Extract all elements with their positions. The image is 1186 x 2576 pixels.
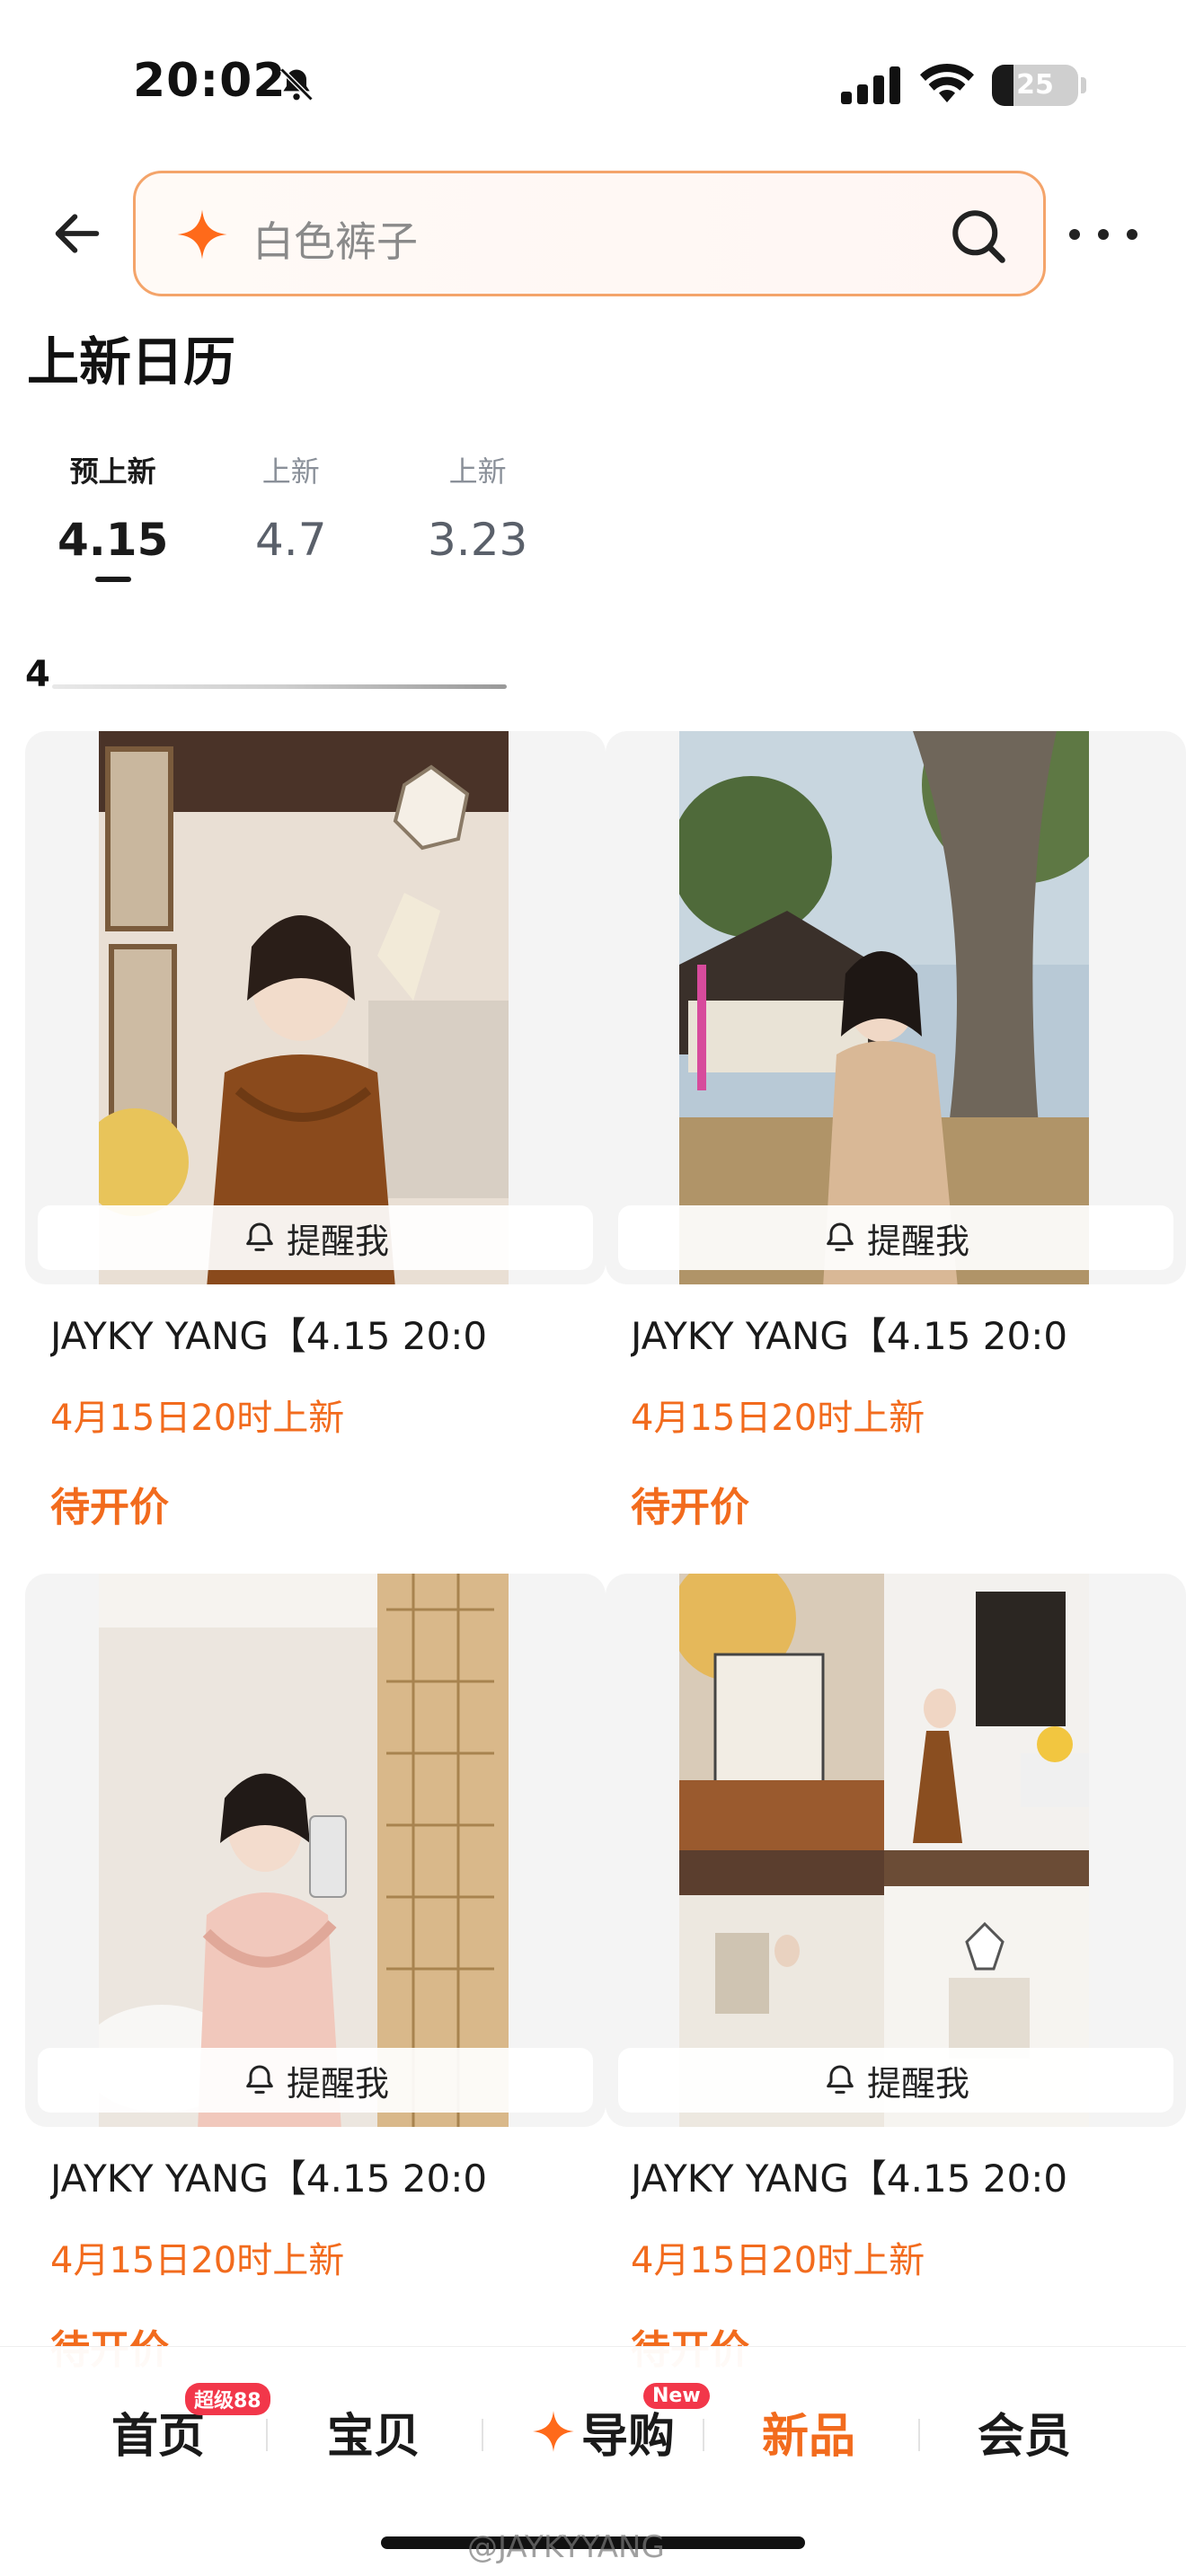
arrow-left-icon	[55, 214, 100, 253]
product-photo	[679, 1574, 1089, 2127]
tab-date: 4.7	[255, 514, 327, 566]
nav-divider	[266, 2419, 268, 2451]
product-photo	[679, 731, 1089, 1284]
nav-item-new-arrivals[interactable]: 新品	[737, 2395, 881, 2467]
nav-label: 宝贝	[326, 2409, 420, 2464]
product-title[interactable]: JAYKY YANG【4.15 20:0	[50, 2148, 606, 2203]
bell-icon	[246, 1222, 273, 1251]
remind-me-button[interactable]: 提醒我	[38, 2048, 593, 2113]
section-divider	[52, 684, 507, 689]
tab-label: 上新	[261, 454, 320, 489]
tab-underline	[94, 577, 131, 582]
bell-icon	[246, 2065, 273, 2094]
status-time: 20:02	[133, 54, 287, 108]
bell-icon	[827, 1222, 854, 1251]
remind-label: 提醒我	[866, 1221, 969, 1261]
tab-date-0[interactable]: 预上新 4.15	[58, 449, 168, 582]
nav-item-products[interactable]: 宝贝	[302, 2395, 446, 2467]
product-card[interactable]: 提醒我 JAYKY YANG【4.15 20:0 4月15日20时上新 待开价	[25, 731, 606, 1557]
product-title[interactable]: JAYKY YANG【4.15 20:0	[50, 1306, 606, 1361]
nav-badge: 超级88	[185, 2383, 270, 2415]
product-price: 待开价	[631, 1485, 749, 1531]
product-image[interactable]: 提醒我	[25, 731, 606, 1284]
product-photo	[99, 731, 509, 1284]
search-input[interactable]: 白色裤子	[133, 171, 1046, 296]
status-bar: 20:02 25	[0, 0, 1186, 171]
watermark: @JAYKYYANG	[467, 2529, 665, 2565]
search-icon[interactable]	[948, 206, 1007, 265]
product-launch-time: 4月15日20时上新	[50, 1398, 345, 1439]
product-photo	[99, 1574, 509, 2127]
section-marker: 4	[25, 654, 50, 695]
product-title[interactable]: JAYKY YANG【4.15 20:0	[631, 2148, 1186, 2203]
remind-label: 提醒我	[286, 2063, 389, 2104]
tab-date: 3.23	[428, 514, 528, 566]
battery-indicator: 25	[992, 65, 1078, 106]
nav-divider	[482, 2419, 483, 2451]
nav-divider	[918, 2419, 920, 2451]
product-launch-time: 4月15日20时上新	[631, 2240, 925, 2281]
signal-icon	[841, 66, 900, 104]
search-placeholder: 白色裤子	[252, 217, 418, 266]
tab-date-2[interactable]: 上新 3.23	[428, 449, 527, 566]
back-button[interactable]	[43, 199, 111, 268]
tab-date-1[interactable]: 上新 4.7	[255, 449, 327, 566]
product-card[interactable]: 提醒我 JAYKY YANG【4.15 20:0 4月15日20时上新 待开价	[25, 1574, 606, 2400]
bell-icon	[827, 2065, 854, 2094]
remind-label: 提醒我	[866, 2063, 969, 2104]
sparkle-icon	[177, 209, 227, 260]
remind-me-button[interactable]: 提醒我	[618, 1205, 1173, 1270]
nav-divider	[703, 2419, 704, 2451]
product-card[interactable]: 提醒我 JAYKY YANG【4.15 20:0 4月15日20时上新 待开价	[606, 1574, 1186, 2400]
nav-item-home[interactable]: 首页 超级88	[86, 2383, 270, 2467]
product-image[interactable]: 提醒我	[606, 1574, 1186, 2127]
nav-badge-new: New	[643, 2383, 710, 2409]
more-options-button[interactable]	[1069, 212, 1137, 257]
sparkle-icon	[533, 2411, 574, 2452]
battery-percent: 25	[1016, 69, 1054, 101]
product-image[interactable]: 提醒我	[606, 731, 1186, 1284]
dot-icon	[1127, 229, 1137, 240]
tab-date: 4.15	[58, 514, 169, 566]
product-title[interactable]: JAYKY YANG【4.15 20:0	[631, 1306, 1186, 1361]
nav-item-membership[interactable]: 会员	[952, 2395, 1096, 2467]
wifi-icon	[920, 64, 974, 102]
nav-item-shopping-guide[interactable]: 导购 New	[509, 2383, 710, 2467]
product-image[interactable]: 提醒我	[25, 1574, 606, 2127]
product-launch-time: 4月15日20时上新	[631, 1398, 925, 1439]
bell-off-icon	[279, 67, 314, 101]
product-launch-time: 4月15日20时上新	[50, 2240, 345, 2281]
product-price: 待开价	[50, 1485, 169, 1531]
dot-icon	[1069, 229, 1080, 240]
battery-tip	[1081, 77, 1086, 93]
tab-label: 上新	[448, 454, 507, 489]
remind-label: 提醒我	[286, 1221, 389, 1261]
page-title: 上新日历	[27, 331, 236, 393]
product-card[interactable]: 提醒我 JAYKY YANG【4.15 20:0 4月15日20时上新 待开价	[606, 731, 1186, 1557]
tab-label: 预上新	[69, 454, 156, 489]
remind-me-button[interactable]: 提醒我	[618, 2048, 1173, 2113]
remind-me-button[interactable]: 提醒我	[38, 1205, 593, 1270]
dot-icon	[1098, 229, 1109, 240]
nav-label: 会员	[977, 2409, 1071, 2464]
nav-label: 新品	[761, 2409, 855, 2464]
